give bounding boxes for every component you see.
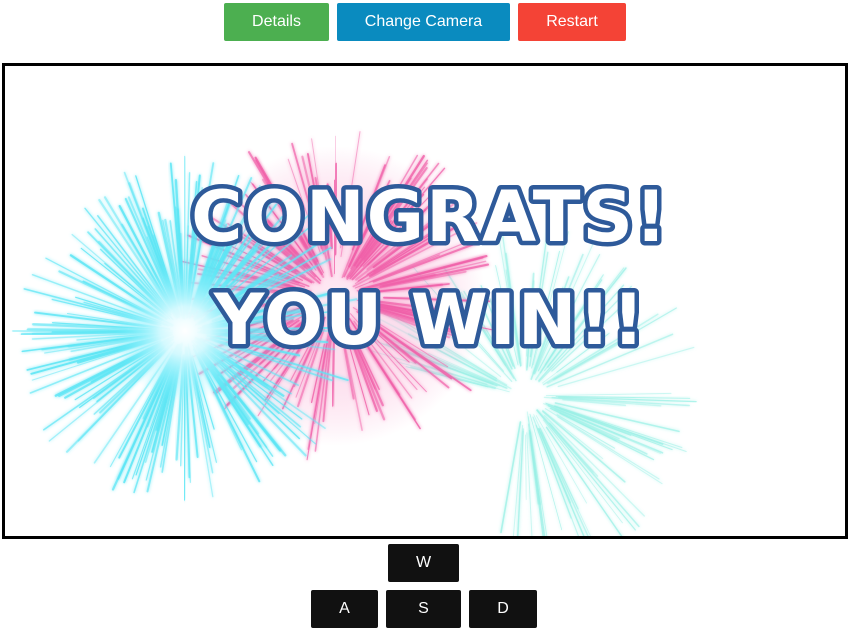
firework-streak xyxy=(517,428,525,536)
move-up-key[interactable]: W xyxy=(388,544,459,582)
restart-button[interactable]: Restart xyxy=(518,3,626,41)
change-camera-button[interactable]: Change Camera xyxy=(337,3,510,41)
firework-streak xyxy=(525,434,527,500)
move-left-key[interactable]: A xyxy=(311,590,378,628)
game-canvas[interactable]: CONGRATS! YOU WIN!! xyxy=(2,63,848,539)
firework-streak xyxy=(545,392,672,397)
congrats-text: CONGRATS! xyxy=(191,176,669,258)
fireworks-graphic: CONGRATS! YOU WIN!! xyxy=(12,131,697,536)
firework-streak xyxy=(536,409,636,531)
firework-streak xyxy=(500,421,522,534)
firework-streak xyxy=(535,415,588,504)
firework-streak xyxy=(535,424,572,519)
details-button[interactable]: Details xyxy=(224,3,329,41)
move-right-key[interactable]: D xyxy=(469,590,537,628)
you-win-text: YOU WIN!! xyxy=(213,279,647,361)
move-down-key[interactable]: S xyxy=(386,590,461,628)
